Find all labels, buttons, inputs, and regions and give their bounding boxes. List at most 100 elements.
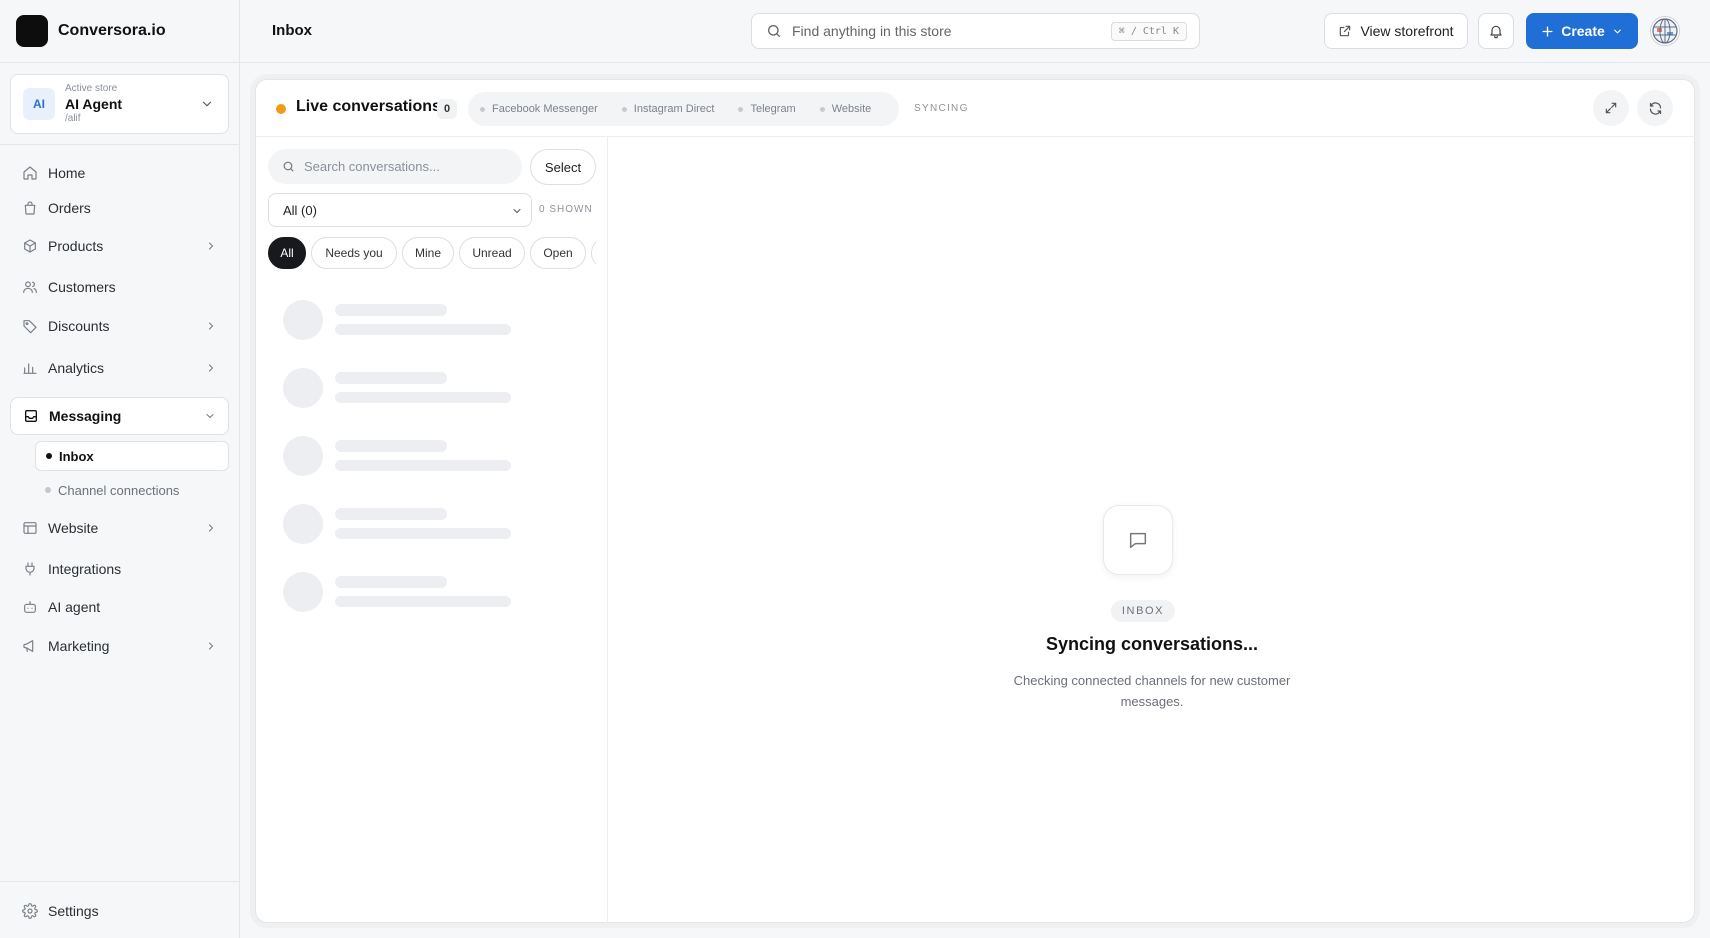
plug-icon xyxy=(22,561,38,577)
sidebar-item-label: Discounts xyxy=(48,318,110,334)
view-storefront-button[interactable]: View storefront xyxy=(1324,13,1468,49)
conversation-count-badge: 0 xyxy=(437,99,457,119)
chevron-right-icon xyxy=(205,522,217,534)
conversation-search-input[interactable] xyxy=(304,159,504,174)
store-switcher[interactable]: AI Active store AI Agent /alif xyxy=(10,74,229,134)
channel-label: Instagram Direct xyxy=(633,103,715,115)
channel-label: Website xyxy=(831,103,872,115)
megaphone-icon xyxy=(22,638,38,654)
active-dot xyxy=(46,453,52,459)
sidebar-item-analytics[interactable]: Analytics xyxy=(10,350,229,386)
sidebar-item-label: AI agent xyxy=(48,599,101,615)
expand-icon xyxy=(1604,101,1618,115)
sidebar-subitem-label: Channel connections xyxy=(58,482,180,498)
sidebar-item-products[interactable]: Products xyxy=(10,228,229,264)
notifications-button[interactable] xyxy=(1478,13,1514,49)
chip-open[interactable]: Open xyxy=(530,237,586,269)
channel-dot xyxy=(738,106,744,112)
bell-icon xyxy=(1488,23,1504,39)
sidebar-subitem-channel-connections[interactable]: Channel connections xyxy=(35,475,229,505)
sidebar-item-settings[interactable]: Settings xyxy=(10,893,229,929)
channel-instagram-direct: Instagram Direct xyxy=(621,103,715,115)
store-label: Active store xyxy=(65,83,118,94)
create-button[interactable]: Create xyxy=(1526,13,1638,49)
skeleton-row xyxy=(283,366,523,410)
tag-icon xyxy=(22,318,38,334)
channel-label: Telegram xyxy=(750,103,796,115)
empty-state-subtitle: Checking connected channels for new cust… xyxy=(1013,673,1291,709)
store-path: /alif xyxy=(65,113,81,124)
chip-mine[interactable]: Mine xyxy=(402,237,454,269)
sidebar-item-home[interactable]: Home xyxy=(10,155,229,191)
conversation-detail-empty: INBOX Syncing conversations... Checking … xyxy=(608,137,1696,923)
sidebar-item-discounts[interactable]: Discounts xyxy=(10,308,229,344)
inbox-tag: INBOX xyxy=(1111,600,1175,622)
global-search-input[interactable] xyxy=(792,23,1092,39)
sidebar-bottom-divider xyxy=(0,881,239,882)
chevron-down-icon xyxy=(1612,26,1623,37)
sidebar-item-customers[interactable]: Customers xyxy=(10,269,229,305)
search-icon xyxy=(766,23,782,39)
channel-website: Website xyxy=(819,103,872,115)
sidebar-item-messaging[interactable]: Messaging xyxy=(10,397,229,435)
expand-button[interactable] xyxy=(1593,90,1629,126)
channel-label: Facebook Messenger xyxy=(492,103,598,115)
inbox-icon xyxy=(23,408,39,424)
plus-icon xyxy=(1541,25,1554,38)
create-label: Create xyxy=(1561,23,1605,39)
bag-icon xyxy=(22,200,38,216)
conversation-search[interactable] xyxy=(268,149,522,184)
empty-state-title: Syncing conversations... xyxy=(1045,634,1259,654)
skeleton-row xyxy=(283,434,523,478)
chevron-right-icon xyxy=(205,320,217,332)
sidebar-item-website[interactable]: Website xyxy=(10,510,229,546)
sidebar-item-integrations[interactable]: Integrations xyxy=(10,551,229,587)
user-avatar[interactable] xyxy=(1650,16,1680,46)
brand-logo xyxy=(16,15,48,47)
home-icon xyxy=(22,165,38,181)
search-icon xyxy=(282,160,295,173)
skeleton-row xyxy=(283,502,523,546)
sidebar-item-label: Products xyxy=(48,238,104,254)
channel-list: Facebook Messenger Instagram Direct Tele… xyxy=(468,92,899,126)
chevron-right-icon xyxy=(205,640,217,652)
filter-select[interactable]: All (0) xyxy=(268,193,532,227)
sidebar-item-marketing[interactable]: Marketing xyxy=(10,628,229,664)
bar-chart-icon xyxy=(22,360,38,376)
box-icon xyxy=(22,238,38,254)
chip-needs-you[interactable]: Needs you xyxy=(311,237,397,269)
view-storefront-label: View storefront xyxy=(1360,23,1454,39)
channel-dot xyxy=(819,106,825,112)
chat-bubble-icon xyxy=(1103,505,1173,575)
chevron-right-icon xyxy=(205,240,217,252)
chip-all[interactable]: All xyxy=(268,237,306,269)
sidebar: Conversora.io AI Active store AI Agent /… xyxy=(0,0,240,938)
sidebar-divider xyxy=(0,144,239,145)
sidebar-item-ai-agent[interactable]: AI agent xyxy=(10,589,229,625)
sidebar-item-label: Marketing xyxy=(48,638,110,654)
sidebar-subitem-inbox[interactable]: Inbox xyxy=(35,441,229,471)
users-icon xyxy=(22,279,38,295)
chip-unread[interactable]: Unread xyxy=(459,237,525,269)
layout-icon xyxy=(22,520,38,536)
sidebar-subitem-label: Inbox xyxy=(59,448,94,464)
bot-icon xyxy=(22,599,38,615)
sidebar-item-orders[interactable]: Orders xyxy=(10,190,229,226)
global-search[interactable]: ⌘ / Ctrl K xyxy=(751,13,1200,49)
brand[interactable]: Conversora.io xyxy=(0,0,239,63)
gear-icon xyxy=(22,903,38,919)
inbox-header: Live conversations 0 Facebook Messenger … xyxy=(256,80,1696,137)
filter-chips: All Needs you Mine Unread Open xyxy=(268,237,596,271)
select-button[interactable]: Select xyxy=(530,149,596,185)
channel-dot xyxy=(621,106,627,112)
chip-overflow[interactable] xyxy=(591,237,596,269)
keyboard-shortcut-hint: ⌘ / Ctrl K xyxy=(1110,22,1187,41)
live-status-dot xyxy=(276,104,286,114)
conversation-list-panel: Select All (0) 0 SHOWN All Needs you Min… xyxy=(256,137,608,923)
brand-name: Conversora.io xyxy=(58,22,166,39)
sidebar-item-label: Home xyxy=(48,165,86,181)
channel-telegram: Telegram xyxy=(738,103,796,115)
sidebar-item-label: Orders xyxy=(48,200,91,216)
channel-dot xyxy=(480,106,485,112)
refresh-button[interactable] xyxy=(1637,90,1673,126)
